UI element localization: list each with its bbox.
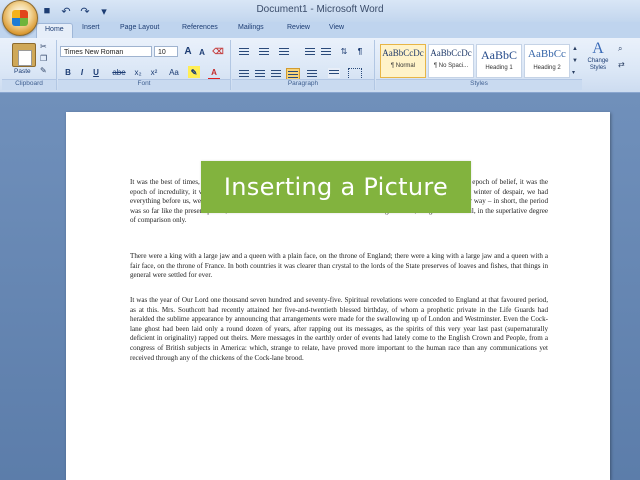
style-normal[interactable]: AaBbCcDc ¶ Normal (380, 44, 426, 78)
paragraph-group-label: Paragraph (232, 79, 374, 90)
style-name: ¶ No Spaci... (433, 63, 469, 69)
tab-page-layout[interactable]: Page Layout (120, 24, 159, 31)
style-preview: AaBbCcDc (382, 48, 424, 58)
ribbon: Paste ✂ ❐ ✎ Clipboard Times New Roman 10… (0, 38, 640, 93)
find-icon[interactable]: ⌕ (618, 44, 622, 54)
replace-icon[interactable]: ⇄ (618, 60, 625, 69)
shrink-font-button[interactable]: A (196, 46, 208, 58)
tab-insert[interactable]: Insert (82, 24, 100, 31)
styles-group-label: Styles (376, 79, 582, 90)
bold-button[interactable]: B (62, 66, 74, 78)
styles-more-icon[interactable]: ▾ (572, 69, 575, 76)
format-painter-icon[interactable]: ✎ (40, 66, 47, 75)
office-button[interactable] (2, 0, 38, 36)
tab-mailings[interactable]: Mailings (238, 24, 264, 31)
italic-button[interactable]: I (76, 66, 88, 78)
cut-icon[interactable]: ✂ (40, 42, 47, 51)
multilevel-list-icon[interactable] (278, 46, 290, 56)
clear-formatting-icon[interactable]: ⌫ (212, 45, 224, 57)
tab-view[interactable]: View (329, 24, 344, 31)
style-name: ¶ Normal (390, 63, 416, 69)
font-size-box[interactable]: 10 (154, 46, 178, 57)
document-paragraph[interactable]: It was the year of Our Lord one thousand… (130, 296, 548, 363)
highlight-icon[interactable]: ✎ (188, 66, 200, 78)
overlay-title: Inserting a Picture (223, 173, 449, 201)
align-right-icon[interactable] (270, 68, 282, 78)
bullets-icon[interactable] (238, 46, 250, 56)
title-bar: ■ ↶ ↷ ▾ Document1 - Microsoft Word (0, 0, 640, 36)
change-styles-button[interactable]: A Change Styles (584, 40, 612, 88)
window-title: Document1 - Microsoft Word (256, 4, 384, 15)
tab-home[interactable]: Home (36, 23, 73, 38)
clipboard-group-label: Clipboard (2, 79, 56, 90)
document-paragraph[interactable]: There were a king with a large jaw and a… (130, 252, 548, 281)
sort-icon[interactable]: ⇅ (338, 45, 350, 57)
font-group-label: Font (58, 79, 230, 90)
change-case-button[interactable]: Aa (166, 66, 182, 78)
style-name: Heading 1 (485, 65, 513, 71)
paragraph-group: ⇅ ¶ Paragraph (232, 40, 375, 90)
font-color-icon[interactable]: A (208, 66, 220, 80)
subscript-button[interactable]: x₂ (132, 66, 144, 78)
style-no-spacing[interactable]: AaBbCcDc ¶ No Spaci... (428, 44, 474, 78)
grow-font-button[interactable]: A (182, 45, 194, 57)
show-marks-button[interactable]: ¶ (354, 45, 366, 57)
strikethrough-button[interactable]: abe (110, 66, 128, 78)
numbering-icon[interactable] (258, 46, 270, 56)
superscript-button[interactable]: x² (148, 66, 160, 78)
change-styles-icon: A (592, 40, 604, 57)
ribbon-tabs: Home Insert Page Layout References Maili… (0, 22, 640, 38)
decrease-indent-icon[interactable] (304, 46, 316, 56)
paste-icon[interactable] (12, 43, 36, 67)
styles-group: AaBbCcDc ¶ Normal AaBbCcDc ¶ No Spaci...… (376, 40, 582, 90)
style-preview: AaBbCcDc (430, 48, 472, 58)
align-left-icon[interactable] (238, 68, 250, 78)
increase-indent-icon[interactable] (320, 46, 332, 56)
clipboard-group: Paste ✂ ❐ ✎ Clipboard (2, 40, 57, 90)
copy-icon[interactable]: ❐ (40, 54, 47, 63)
style-preview: AaBbC (481, 48, 517, 62)
line-spacing-icon[interactable] (306, 68, 318, 78)
style-name: Heading 2 (533, 65, 561, 71)
tab-review[interactable]: Review (287, 24, 310, 31)
styles-scroll-down-icon[interactable]: ▼ (572, 58, 578, 64)
font-group: Times New Roman 10 A A ⌫ B I U abe x₂ x²… (58, 40, 231, 90)
office-logo-icon (12, 10, 28, 26)
font-name-box[interactable]: Times New Roman (60, 46, 152, 57)
underline-button[interactable]: U (90, 66, 102, 78)
paste-label[interactable]: Paste (14, 68, 31, 75)
style-heading-2[interactable]: AaBbCc Heading 2 (524, 44, 570, 78)
change-styles-label: Change Styles (587, 58, 609, 71)
shading-icon[interactable] (328, 68, 340, 78)
styles-scroll-up-icon[interactable]: ▲ (572, 46, 578, 52)
align-center-icon[interactable] (254, 68, 266, 78)
tab-references[interactable]: References (182, 24, 218, 31)
style-preview: AaBbCc (528, 48, 566, 60)
style-heading-1[interactable]: AaBbC Heading 1 (476, 44, 522, 78)
overlay-title-banner: Inserting a Picture (201, 161, 471, 213)
